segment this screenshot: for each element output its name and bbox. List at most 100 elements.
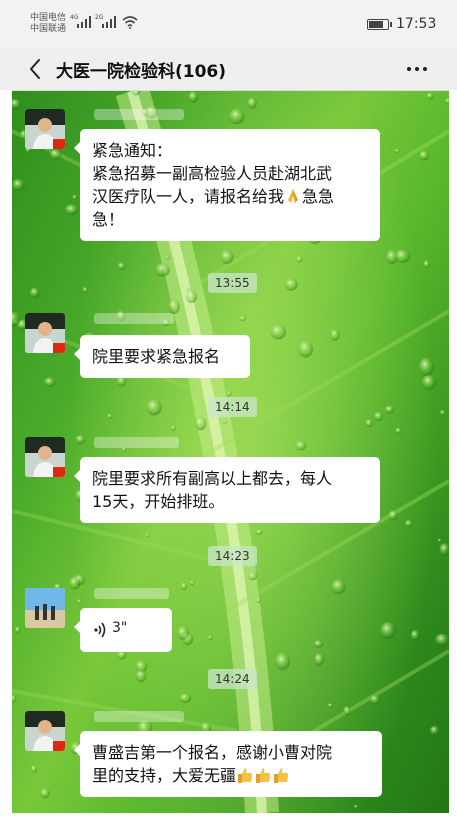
water-droplet: [226, 391, 232, 397]
status-bar: 中国电信 中国联通 4G 2G 17:53: [0, 0, 457, 48]
sender-name: [94, 588, 169, 599]
water-droplet: [314, 653, 325, 666]
water-droplet: [439, 410, 446, 416]
water-droplet: [146, 399, 162, 416]
water-droplet: [394, 148, 400, 153]
thumbs-up-emoji: [256, 768, 271, 783]
water-droplet: [188, 91, 199, 103]
water-droplet: [207, 635, 213, 640]
timestamp: 14:14: [208, 397, 257, 417]
message-line: 院里要求紧急报名: [92, 347, 221, 366]
water-droplet: [426, 92, 434, 100]
battery-level: [369, 21, 383, 28]
water-droplet: [49, 149, 62, 161]
water-droplet: [247, 97, 257, 109]
water-droplet: [72, 194, 78, 200]
more-dots-icon[interactable]: [402, 57, 432, 81]
message-line-with-emoji: 里的支持，大爱无疆: [92, 764, 370, 787]
sender-avatar[interactable]: [25, 588, 65, 628]
water-droplet: [255, 529, 263, 535]
water-droplet: [395, 427, 402, 434]
water-droplet: [380, 622, 396, 640]
water-droplet: [343, 706, 351, 716]
water-droplet: [365, 419, 373, 428]
sender-avatar[interactable]: [25, 711, 65, 751]
voice-wave-icon: [94, 622, 106, 638]
water-droplet: [165, 255, 170, 260]
thumbs-up-emoji: [238, 768, 253, 783]
voice-duration: 3": [112, 620, 128, 636]
flag-icon: [53, 741, 65, 751]
water-droplet: [418, 150, 430, 161]
water-droplet: [295, 441, 307, 451]
signal-icon: [77, 16, 91, 28]
chat-title: 大医一院检验科(106): [56, 62, 227, 82]
water-droplet: [135, 669, 147, 683]
battery-icon: [367, 19, 392, 30]
water-droplet: [44, 377, 56, 388]
message-text: 里的支持，大爱无疆: [92, 766, 237, 785]
water-droplet: [270, 324, 287, 340]
water-droplet: [155, 263, 170, 277]
beach-photo-icon: [25, 588, 65, 628]
wifi-icon: [122, 16, 138, 29]
bottom-border: [0, 813, 457, 819]
chevron-left-icon[interactable]: [26, 57, 46, 81]
water-droplet: [298, 340, 314, 358]
flag-icon: [53, 343, 65, 353]
voice-message[interactable]: 3": [74, 608, 172, 652]
water-droplet: [75, 435, 86, 445]
message-list[interactable]: 紧急通知： 紧急招募一副高检验人员赴湖北武 汉医疗队一人，请报名给我 急急 急！ …: [12, 91, 449, 813]
message-bubble[interactable]: 院里要求所有副高以上都去，每人 15天，开始排班。: [74, 457, 380, 523]
message-bubble[interactable]: 曹盛吉第一个报名，感谢小曹对院 里的支持，大爱无疆: [74, 731, 382, 797]
message-bubble[interactable]: 院里要求紧急报名: [74, 335, 250, 378]
sender-avatar[interactable]: [25, 109, 65, 149]
message-line: 急！: [92, 210, 125, 229]
water-droplet: [439, 543, 449, 556]
water-droplet: [222, 420, 227, 424]
water-droplet: [410, 629, 420, 641]
water-droplet: [429, 725, 440, 736]
water-droplet: [189, 580, 195, 586]
water-droplet: [69, 576, 81, 590]
water-droplet: [423, 260, 430, 269]
flag-icon: [53, 467, 65, 477]
message-line: 院里要求所有副高以上都去，每人: [92, 469, 333, 488]
chat-header: 大医一院检验科(106): [0, 48, 457, 91]
water-droplet: [117, 262, 126, 270]
message-line: 15天，开始排班。: [92, 492, 225, 511]
water-droplet: [12, 694, 17, 703]
message-text: 急急: [302, 187, 335, 206]
water-droplet: [353, 804, 359, 809]
timestamp: 14:24: [208, 669, 257, 689]
water-droplet: [194, 416, 207, 431]
water-droplet: [419, 357, 434, 377]
water-droplet: [404, 519, 413, 528]
left-border: [0, 90, 12, 813]
right-border: [449, 90, 457, 813]
water-droplet: [239, 315, 246, 321]
water-droplet: [437, 538, 442, 543]
water-droplet: [369, 695, 381, 705]
carrier-2: 中国联通: [30, 24, 67, 34]
water-droplet: [229, 108, 245, 125]
sender-name: [94, 711, 184, 722]
message-bubble[interactable]: 紧急通知： 紧急招募一副高检验人员赴湖北武 汉医疗队一人，请报名给我 急急 急！: [74, 129, 380, 241]
carrier-labels: 中国电信 中国联通: [30, 13, 66, 35]
water-droplet: [256, 598, 261, 604]
sender-name: [94, 437, 179, 448]
water-droplet: [168, 299, 180, 315]
flag-icon: [53, 139, 65, 149]
water-droplet: [145, 533, 150, 538]
water-droplet: [330, 328, 340, 341]
thumbs-up-emoji: [274, 768, 289, 783]
water-droplet: [171, 425, 176, 432]
sender-name: [94, 313, 174, 324]
folded-hands-emoji: [288, 189, 299, 203]
water-droplet: [117, 650, 127, 660]
sender-avatar[interactable]: [25, 437, 65, 477]
water-droplet: [179, 693, 191, 704]
sender-avatar[interactable]: [25, 313, 65, 353]
water-droplet: [384, 405, 395, 414]
water-droplet: [327, 703, 334, 708]
